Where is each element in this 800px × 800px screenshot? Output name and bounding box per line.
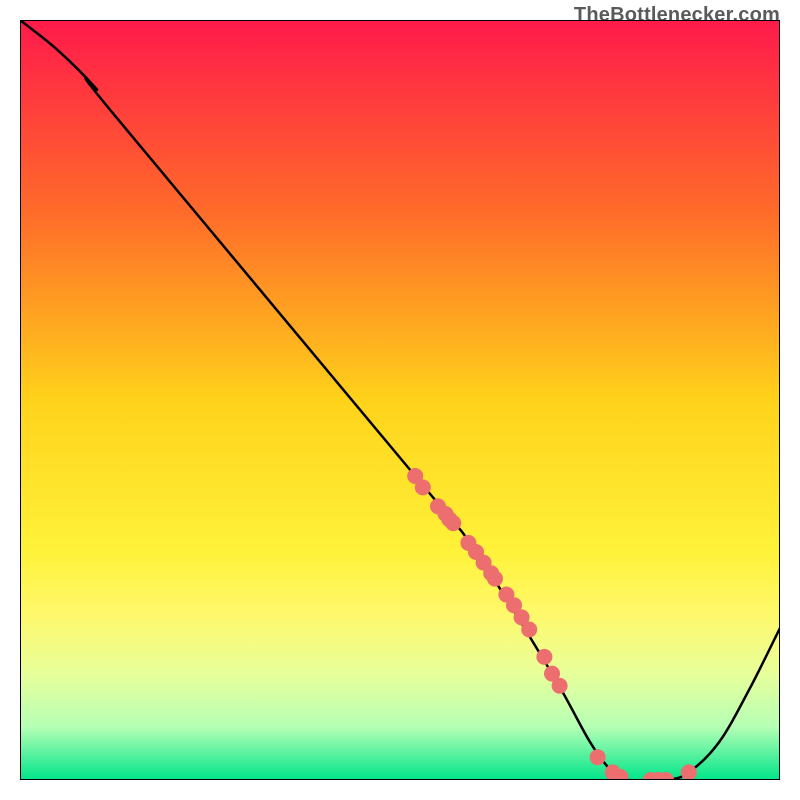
curve-marker xyxy=(536,649,552,665)
curve-marker xyxy=(415,479,431,495)
curve-marker xyxy=(590,749,606,765)
curve-marker xyxy=(681,764,697,780)
curve-marker xyxy=(487,571,503,587)
chart-svg xyxy=(20,20,780,780)
chart-stage: TheBottlenecker.com xyxy=(0,0,800,800)
gradient-background xyxy=(20,20,780,780)
curve-marker xyxy=(521,622,537,638)
curve-marker xyxy=(445,515,461,531)
curve-marker xyxy=(552,678,568,694)
